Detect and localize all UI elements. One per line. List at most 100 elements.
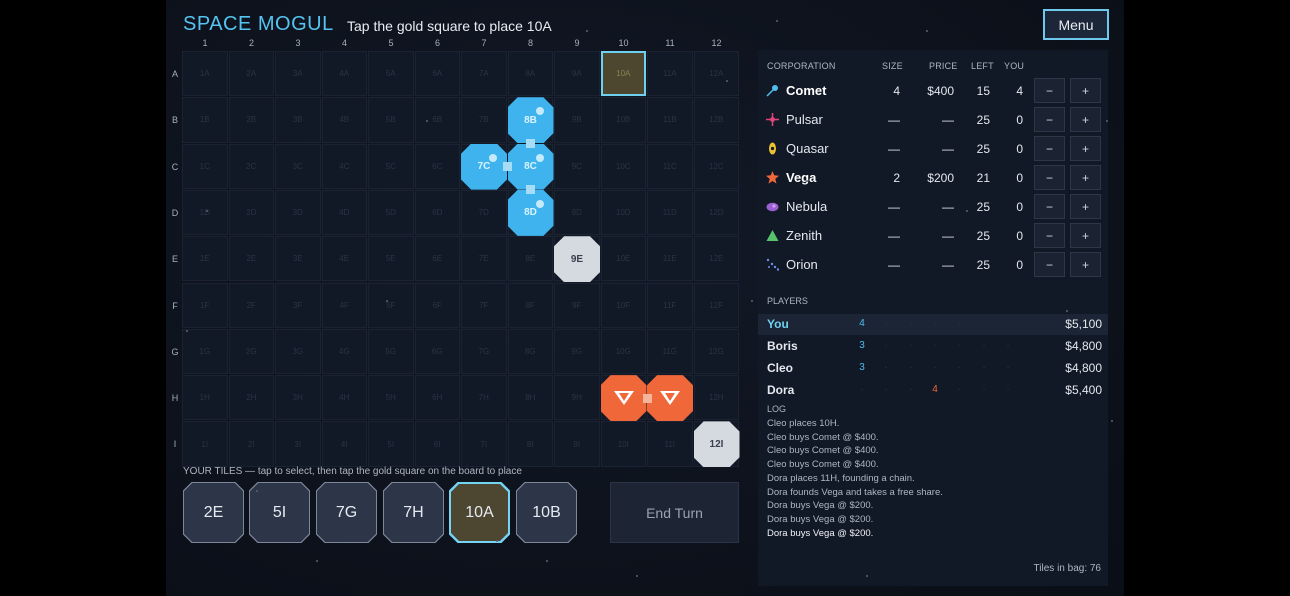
buy-share-button[interactable]: + — [1070, 136, 1101, 161]
board-cell[interactable]: 6I — [414, 421, 460, 467]
board-cell[interactable]: 9A — [554, 51, 600, 97]
buy-share-button[interactable]: + — [1070, 194, 1101, 219]
board-cell[interactable]: 2H — [228, 375, 274, 421]
buy-share-button[interactable]: + — [1070, 107, 1101, 132]
board-cell[interactable]: 2F — [228, 282, 274, 328]
hand-tile-5I[interactable]: 5I — [249, 482, 310, 543]
board-cell[interactable]: 2E — [228, 236, 274, 282]
board-cell[interactable]: 6G — [414, 328, 460, 375]
board-cell[interactable]: 7G — [461, 328, 507, 375]
board-cell[interactable]: 4G — [321, 328, 367, 375]
hand-tile-7G[interactable]: 7G — [316, 482, 377, 543]
hand-tile-10A[interactable]: 10A — [449, 482, 510, 543]
board-cell[interactable]: 4D — [321, 189, 367, 236]
board-cell[interactable]: 10D — [600, 189, 646, 236]
board-cell[interactable]: 7H — [461, 375, 507, 421]
sell-share-button[interactable]: − — [1034, 136, 1065, 161]
target-cell[interactable]: 10A — [600, 51, 646, 97]
board-cell[interactable]: 9F — [554, 282, 600, 328]
board-cell[interactable]: 10G — [600, 328, 646, 375]
board-cell[interactable]: 2B — [228, 97, 274, 143]
board-cell[interactable]: 11C — [647, 143, 693, 189]
board-cell[interactable]: 12E — [693, 236, 739, 282]
board-cell[interactable]: 5B — [368, 97, 414, 143]
hand-tile-7H[interactable]: 7H — [383, 482, 444, 543]
board-cell[interactable]: 1D — [182, 189, 228, 236]
board-cell[interactable]: 3D — [275, 189, 321, 236]
board-cell[interactable]: 6A — [414, 51, 460, 97]
board-cell[interactable]: 6B — [414, 97, 460, 143]
board-cell[interactable]: 6F — [414, 282, 460, 328]
board-cell[interactable]: 8E — [507, 236, 553, 282]
board-cell[interactable]: 12C — [693, 143, 739, 189]
board-cell[interactable]: 10I — [600, 421, 646, 467]
board-cell[interactable]: 9D — [554, 189, 600, 236]
board-cell[interactable]: 12B — [693, 97, 739, 143]
board-cell[interactable]: 6D — [414, 189, 460, 236]
board-cell[interactable]: 3E — [275, 236, 321, 282]
board-cell[interactable]: 3G — [275, 328, 321, 375]
buy-share-button[interactable]: + — [1070, 252, 1101, 277]
board-cell[interactable]: 9C — [554, 143, 600, 189]
board-cell[interactable]: 7E — [461, 236, 507, 282]
board-cell[interactable]: 7D — [461, 189, 507, 236]
hand-tile-10B[interactable]: 10B — [516, 482, 577, 543]
sell-share-button[interactable]: − — [1034, 223, 1065, 248]
sell-share-button[interactable]: − — [1034, 78, 1065, 103]
buy-share-button[interactable]: + — [1070, 223, 1101, 248]
board-cell[interactable]: 5D — [368, 189, 414, 236]
board-cell[interactable]: 9B — [554, 97, 600, 143]
board-cell[interactable]: 1H — [182, 375, 228, 421]
board-cell[interactable]: 7B — [461, 97, 507, 143]
sell-share-button[interactable]: − — [1034, 194, 1065, 219]
board-cell[interactable]: 5H — [368, 375, 414, 421]
board-cell[interactable]: 10B — [600, 97, 646, 143]
board-cell[interactable]: 8A — [507, 51, 553, 97]
board-cell[interactable]: 11F — [647, 282, 693, 328]
board-cell[interactable]: 1E — [182, 236, 228, 282]
board-cell[interactable]: 10C — [600, 143, 646, 189]
board-cell[interactable]: 1I — [182, 421, 228, 467]
sell-share-button[interactable]: − — [1034, 252, 1065, 277]
board-cell[interactable]: 8H — [507, 375, 553, 421]
board-cell[interactable]: 5A — [368, 51, 414, 97]
board-cell[interactable]: 3C — [275, 143, 321, 189]
board-cell[interactable]: 2D — [228, 189, 274, 236]
board-cell[interactable]: 7A — [461, 51, 507, 97]
board-cell[interactable]: 4A — [321, 51, 367, 97]
board-cell[interactable]: 10E — [600, 236, 646, 282]
board-cell[interactable]: 12G — [693, 328, 739, 375]
board-cell[interactable]: 7I — [461, 421, 507, 467]
board-cell[interactable]: 6E — [414, 236, 460, 282]
board-cell[interactable]: 11E — [647, 236, 693, 282]
board-cell[interactable]: 11I — [647, 421, 693, 467]
board-cell[interactable]: 1G — [182, 328, 228, 375]
board-cell[interactable]: 1B — [182, 97, 228, 143]
board-cell[interactable]: 8F — [507, 282, 553, 328]
board-cell[interactable]: 1C — [182, 143, 228, 189]
board-cell[interactable]: 3I — [275, 421, 321, 467]
board-cell[interactable]: 5I — [368, 421, 414, 467]
board-cell[interactable]: 5C — [368, 143, 414, 189]
board-cell[interactable]: 8G — [507, 328, 553, 375]
board-cell[interactable]: 9H — [554, 375, 600, 421]
board-cell[interactable]: 12F — [693, 282, 739, 328]
hand-tile-2E[interactable]: 2E — [183, 482, 244, 543]
board-cell[interactable]: 12A — [693, 51, 739, 97]
board-cell[interactable]: 6C — [414, 143, 460, 189]
end-turn-button[interactable]: End Turn — [610, 482, 739, 543]
menu-button[interactable]: Menu — [1043, 9, 1109, 40]
board-cell[interactable]: 2C — [228, 143, 274, 189]
board-cell[interactable]: 8I — [507, 421, 553, 467]
board-cell[interactable]: 1F — [182, 282, 228, 328]
sell-share-button[interactable]: − — [1034, 107, 1065, 132]
board-cell[interactable]: 11A — [647, 51, 693, 97]
board-cell[interactable]: 7F — [461, 282, 507, 328]
board-cell[interactable]: 1A — [182, 51, 228, 97]
board-cell[interactable]: 5E — [368, 236, 414, 282]
board-cell[interactable]: 3F — [275, 282, 321, 328]
sell-share-button[interactable]: − — [1034, 165, 1065, 190]
board-cell[interactable]: 4E — [321, 236, 367, 282]
board-cell[interactable]: 11D — [647, 189, 693, 236]
board-cell[interactable]: 11B — [647, 97, 693, 143]
